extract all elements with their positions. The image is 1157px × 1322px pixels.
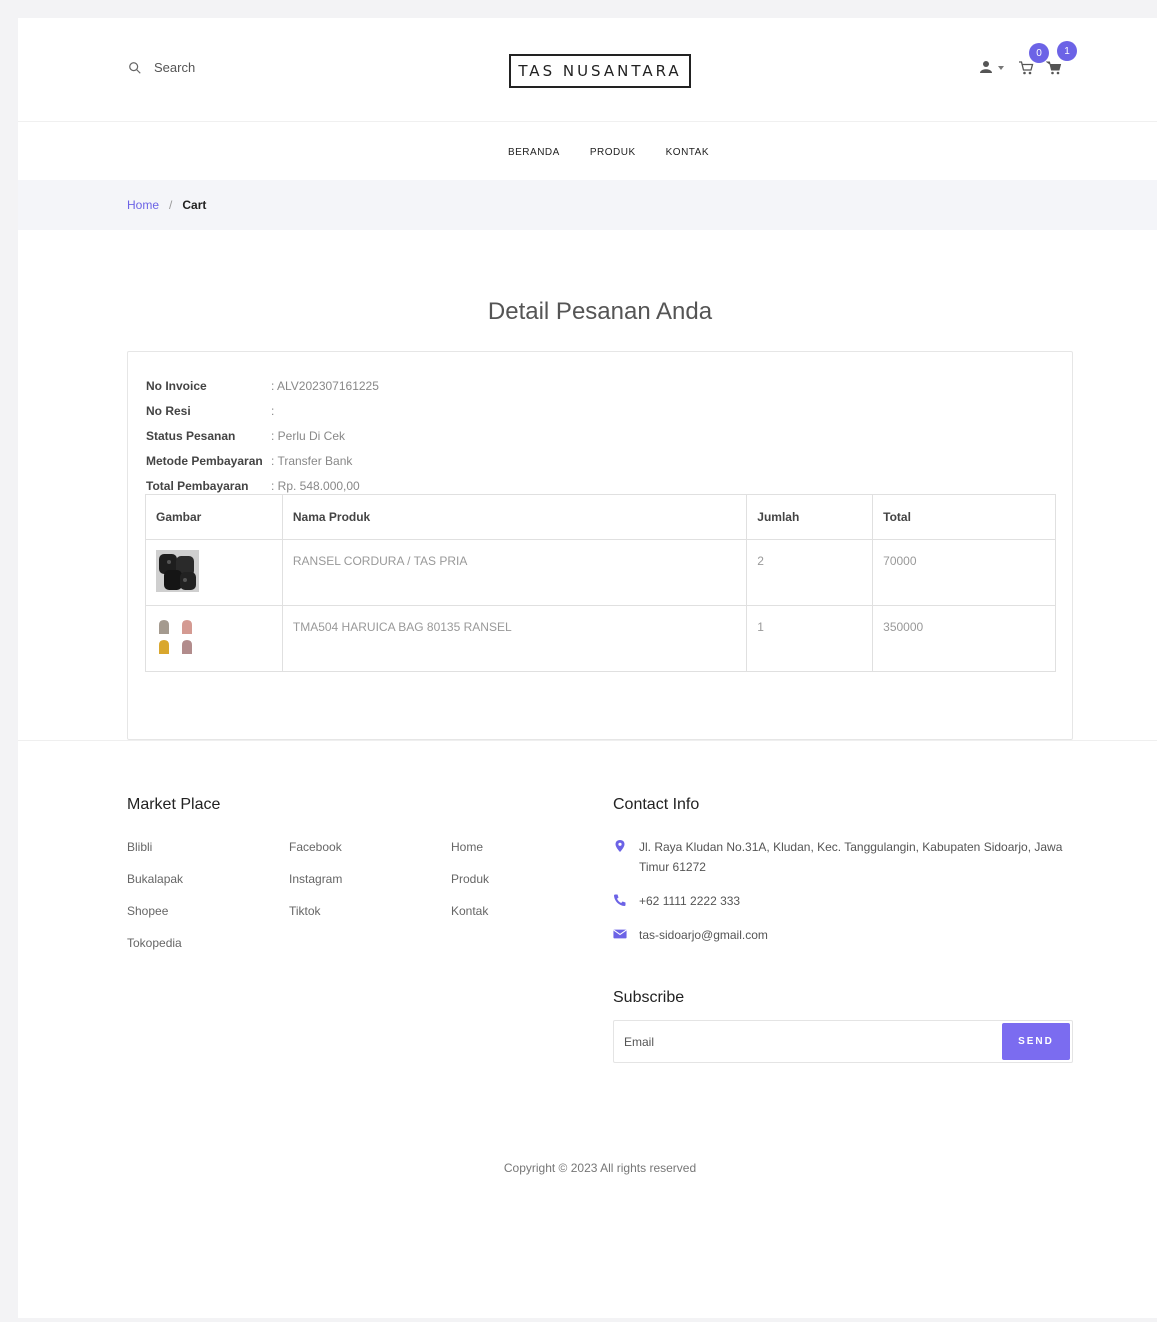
product-qty: 1 bbox=[746, 605, 874, 672]
product-name: TMA504 HARUICA BAG 80135 RANSEL bbox=[281, 605, 748, 672]
envelope-icon bbox=[613, 929, 627, 939]
phone-icon bbox=[614, 894, 626, 906]
social-links: Facebook Instagram Tiktok bbox=[289, 831, 342, 927]
contact-info: Jl. Raya Kludan No.31A, Kludan, Kec. Tan… bbox=[613, 837, 1073, 959]
header-icons: 0 1 bbox=[976, 41, 1086, 86]
column-header-jumlah: Jumlah bbox=[746, 494, 874, 540]
contact-email: tas-sidoarjo@gmail.com bbox=[613, 925, 1073, 945]
link-instagram[interactable]: Instagram bbox=[289, 863, 342, 895]
search-trigger[interactable]: Search bbox=[128, 60, 195, 75]
email-text: tas-sidoarjo@gmail.com bbox=[639, 928, 768, 942]
marketplace-links: Blibli Bukalapak Shopee Tokopedia bbox=[127, 831, 183, 959]
contact-phone: +62 1111 2222 333 bbox=[613, 891, 1073, 911]
info-row-payment-method: Metode Pembayaran : Transfer Bank bbox=[146, 449, 379, 474]
info-value: : ALV202307161225 bbox=[271, 379, 379, 393]
nav-item-kontak[interactable]: KONTAK bbox=[666, 147, 709, 158]
page: Search TAS NUSANTARA 0 1 BERANDA PRODUK … bbox=[18, 18, 1157, 1318]
subscribe-title: Subscribe bbox=[613, 989, 685, 1006]
link-shopee[interactable]: Shopee bbox=[127, 895, 183, 927]
table-row: RANSEL CORDURA / TAS PRIA 2 70000 bbox=[145, 539, 1056, 606]
link-tiktok[interactable]: Tiktok bbox=[289, 895, 342, 927]
product-qty: 2 bbox=[746, 539, 874, 606]
footer-divider bbox=[18, 740, 1157, 741]
nav-item-produk[interactable]: PRODUK bbox=[590, 147, 636, 158]
info-row-resi: No Resi : bbox=[146, 399, 379, 424]
link-blibli[interactable]: Blibli bbox=[127, 831, 183, 863]
marketplace-title: Market Place bbox=[127, 796, 221, 813]
page-title: Detail Pesanan Anda bbox=[487, 298, 713, 325]
site-logo[interactable]: TAS NUSANTARA bbox=[509, 54, 691, 88]
order-items-table: Gambar Nama Produk Jumlah Total RANSEL C… bbox=[145, 494, 1056, 672]
breadcrumb-home-link[interactable]: Home bbox=[127, 198, 159, 212]
info-label: No Invoice bbox=[146, 379, 207, 393]
phone-text: +62 1111 2222 333 bbox=[639, 894, 741, 908]
product-thumbnail-bags bbox=[156, 616, 199, 658]
top-header: Search TAS NUSANTARA 0 1 bbox=[18, 18, 1157, 122]
product-name: RANSEL CORDURA / TAS PRIA bbox=[281, 539, 748, 606]
table-header-row: Gambar Nama Produk Jumlah Total bbox=[145, 494, 1056, 540]
shopping-cart-icon[interactable] bbox=[1046, 60, 1062, 76]
search-label: Search bbox=[154, 60, 196, 75]
map-pin-icon bbox=[615, 840, 625, 852]
link-produk[interactable]: Produk bbox=[451, 863, 489, 895]
link-tokopedia[interactable]: Tokopedia bbox=[127, 927, 183, 959]
product-image-cell bbox=[145, 605, 283, 672]
main-nav: BERANDA PRODUK KONTAK bbox=[18, 123, 1157, 181]
info-label: Metode Pembayaran bbox=[146, 454, 263, 468]
column-header-nama-produk: Nama Produk bbox=[281, 494, 748, 540]
order-detail-card: No Invoice : ALV202307161225 No Resi : S… bbox=[127, 351, 1073, 740]
send-button[interactable]: SEND bbox=[1002, 1023, 1070, 1060]
subscribe-email-input[interactable] bbox=[614, 1021, 994, 1062]
link-home[interactable]: Home bbox=[451, 831, 489, 863]
table-row: TMA504 HARUICA BAG 80135 RANSEL 1 350000 bbox=[145, 605, 1056, 672]
product-thumbnail-backpack bbox=[156, 550, 199, 592]
chevron-down-icon[interactable] bbox=[998, 66, 1004, 70]
link-bukalapak[interactable]: Bukalapak bbox=[127, 863, 183, 895]
info-row-invoice: No Invoice : ALV202307161225 bbox=[146, 374, 379, 399]
info-value: : Transfer Bank bbox=[271, 454, 353, 468]
cart-count-badge-2: 1 bbox=[1057, 41, 1077, 61]
user-icon[interactable] bbox=[979, 60, 993, 74]
info-label: No Resi bbox=[146, 404, 191, 418]
product-total: 70000 bbox=[872, 539, 1056, 606]
contact-address: Jl. Raya Kludan No.31A, Kludan, Kec. Tan… bbox=[613, 837, 1073, 877]
order-info: No Invoice : ALV202307161225 No Resi : S… bbox=[146, 374, 379, 499]
product-total: 350000 bbox=[872, 605, 1056, 672]
breadcrumb: Home / Cart bbox=[18, 180, 1157, 230]
breadcrumb-separator: / bbox=[169, 198, 173, 212]
copyright-text: Copyright © 2023 All rights reserved bbox=[503, 1161, 697, 1175]
subscribe-form: SEND bbox=[613, 1020, 1073, 1063]
nav-item-beranda[interactable]: BERANDA bbox=[508, 147, 560, 158]
info-value: : bbox=[271, 404, 275, 418]
info-row-status: Status Pesanan : Perlu Di Cek bbox=[146, 424, 379, 449]
site-links: Home Produk Kontak bbox=[451, 831, 489, 927]
info-value: : Perlu Di Cek bbox=[271, 429, 346, 443]
breadcrumb-current: Cart bbox=[182, 198, 207, 212]
address-text: Jl. Raya Kludan No.31A, Kludan, Kec. Tan… bbox=[639, 840, 1063, 874]
column-header-total: Total bbox=[872, 494, 1056, 540]
info-label: Status Pesanan bbox=[146, 429, 236, 443]
contact-info-title: Contact Info bbox=[613, 796, 700, 813]
product-image-cell bbox=[145, 539, 283, 606]
link-facebook[interactable]: Facebook bbox=[289, 831, 342, 863]
cart-icon[interactable] bbox=[1018, 60, 1034, 76]
search-icon bbox=[129, 61, 141, 74]
link-kontak[interactable]: Kontak bbox=[451, 895, 489, 927]
column-header-gambar: Gambar bbox=[145, 494, 283, 540]
